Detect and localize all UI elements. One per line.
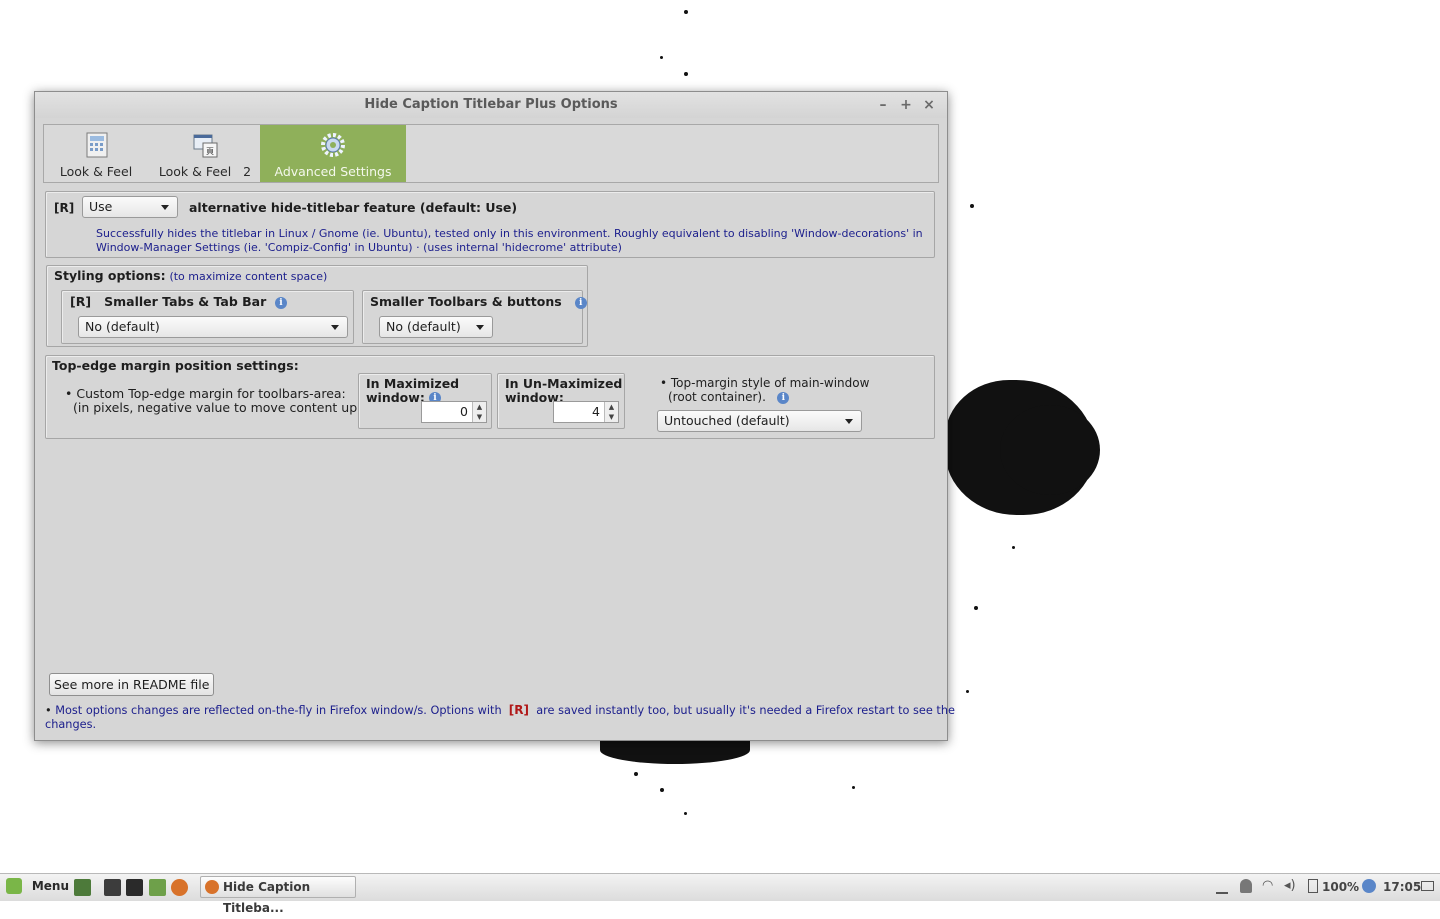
minimize-button[interactable]: – — [873, 92, 893, 118]
tab-look-feel-2-label: Look & Feel — [158, 164, 232, 179]
tab-look-feel-label: Look & Feel — [59, 164, 133, 179]
user-icon[interactable] — [1240, 879, 1252, 893]
margin-title: Top-edge margin position settings: — [52, 358, 299, 373]
taskbar-window-button[interactable]: Hide Caption Titleba... — [200, 876, 356, 915]
tab-look-feel-2[interactable]: 頁 Look & Feel 2 — [152, 125, 258, 182]
alt-feature-desc-1: Successfully hides the titlebar in Linux… — [96, 227, 923, 240]
window-page-icon: 頁 — [193, 134, 218, 158]
styling-section: Styling options: (to maximize content sp… — [46, 265, 588, 347]
alt-feature-desc-2: Window-Manager Settings (ie. 'Compiz-Con… — [96, 241, 622, 254]
readme-button[interactable]: See more in README file — [49, 673, 215, 696]
battery-icon[interactable] — [1308, 879, 1318, 893]
margin-style-desc-2: (root container). — [668, 390, 766, 404]
chevron-down-icon — [331, 325, 339, 330]
alt-feature-section: [R] Use alternative hide-titlebar featur… — [45, 191, 935, 258]
chevron-down-icon — [476, 325, 484, 330]
maximized-margin-input[interactable]: 0 ▲ ▼ — [421, 401, 487, 423]
taskbar: Menu Hide Caption Titleba... ◠ ◂) 100% 1… — [0, 873, 1440, 915]
tab-look-feel[interactable]: Look & Feel — [46, 125, 146, 182]
chevron-down-icon — [161, 205, 169, 210]
spinner-arrows-icon[interactable]: ▲ ▼ — [604, 402, 618, 422]
info-icon[interactable]: i — [574, 296, 587, 309]
clock[interactable]: 17:05 — [1383, 880, 1421, 894]
alt-feature-title: alternative hide-titlebar feature (defau… — [189, 200, 518, 215]
terminal-icon[interactable] — [126, 879, 143, 896]
show-desktop-icon[interactable] — [74, 879, 91, 896]
system-monitor-icon[interactable] — [104, 879, 121, 896]
unmaximized-margin-input[interactable]: 4 ▲ ▼ — [553, 401, 619, 423]
mint-logo-icon — [6, 878, 22, 894]
tab-advanced-settings[interactable]: Advanced Settings — [260, 125, 406, 182]
margin-desc-1: • Custom Top-edge margin for toolbars-ar… — [65, 386, 346, 401]
alt-feature-select[interactable]: Use — [82, 196, 178, 218]
spinner-arrows-icon[interactable]: ▲ ▼ — [472, 402, 486, 422]
smaller-tabs-select[interactable]: No (default) — [78, 316, 348, 338]
workspace-icon[interactable] — [1216, 880, 1228, 894]
firefox-icon — [205, 880, 219, 894]
tab-strip: Look & Feel 頁 Look & Feel 2 Advanced Set… — [43, 124, 939, 183]
window-title: Hide Caption Titlebar Plus Options — [364, 97, 618, 112]
maximized-group: In Maximized window: i 0 ▲ ▼ — [358, 373, 492, 429]
margin-section: Top-edge margin position settings: • Cus… — [45, 355, 935, 439]
restart-tag: [R] — [70, 294, 92, 309]
volume-icon[interactable]: ◂) — [1284, 878, 1296, 893]
margin-style-desc-1: • Top-margin style of main-window — [660, 376, 870, 390]
files-icon[interactable] — [149, 879, 166, 896]
unmaximized-group: In Un-Maximized window: 4 ▲ ▼ — [497, 373, 625, 429]
unmaximized-label: In Un-Maximized — [505, 376, 623, 391]
note-bullet: • — [45, 704, 56, 717]
wifi-icon[interactable]: ◠ — [1262, 878, 1273, 893]
footer-note-2: are saved instantly too, but usually it'… — [536, 704, 955, 717]
window-titlebar[interactable]: Hide Caption Titlebar Plus Options – + × — [35, 92, 947, 118]
chevron-down-icon — [845, 419, 853, 424]
firefox-icon[interactable] — [171, 879, 188, 896]
maximized-label-2: window: — [366, 390, 425, 405]
smaller-toolbars-select[interactable]: No (default) — [379, 316, 493, 338]
smaller-toolbars-group: Smaller Toolbars & buttons i No (default… — [362, 290, 587, 344]
gear-icon — [321, 133, 345, 157]
svg-text:頁: 頁 — [206, 147, 214, 156]
footer-note-3: changes. — [45, 718, 97, 731]
info-icon[interactable]: i — [275, 296, 287, 309]
tab-advanced-settings-label: Advanced Settings — [274, 164, 392, 179]
smaller-tabs-group: [R] Smaller Tabs & Tab Bar i No (default… — [61, 290, 354, 344]
footer-note: Most options changes are reflected on-th… — [55, 704, 502, 717]
restart-tag: [R] — [54, 201, 75, 215]
menu-button[interactable]: Menu — [6, 878, 69, 894]
margin-desc-2: (in pixels, negative value to move conte… — [73, 400, 363, 415]
styling-title: Styling options: — [54, 268, 166, 283]
restart-tag: [R] — [508, 703, 530, 717]
info-icon[interactable]: i — [777, 391, 790, 404]
close-button[interactable]: × — [919, 92, 939, 118]
update-shield-icon[interactable] — [1362, 879, 1376, 893]
maximize-button[interactable]: + — [896, 92, 916, 118]
calculator-icon — [86, 132, 108, 158]
options-window: Hide Caption Titlebar Plus Options – + ×… — [34, 91, 955, 741]
margin-style-select[interactable]: Untouched (default) — [657, 410, 862, 432]
smaller-tabs-label: Smaller Tabs & Tab Bar — [104, 294, 267, 309]
maximized-label: In Maximized — [366, 376, 460, 391]
styling-subtitle: (to maximize content space) — [169, 270, 328, 283]
tab-badge: 2 — [243, 164, 252, 179]
battery-percent: 100% — [1322, 880, 1360, 894]
show-desktop-icon[interactable] — [1421, 881, 1434, 891]
smaller-toolbars-label: Smaller Toolbars & buttons — [370, 294, 562, 309]
